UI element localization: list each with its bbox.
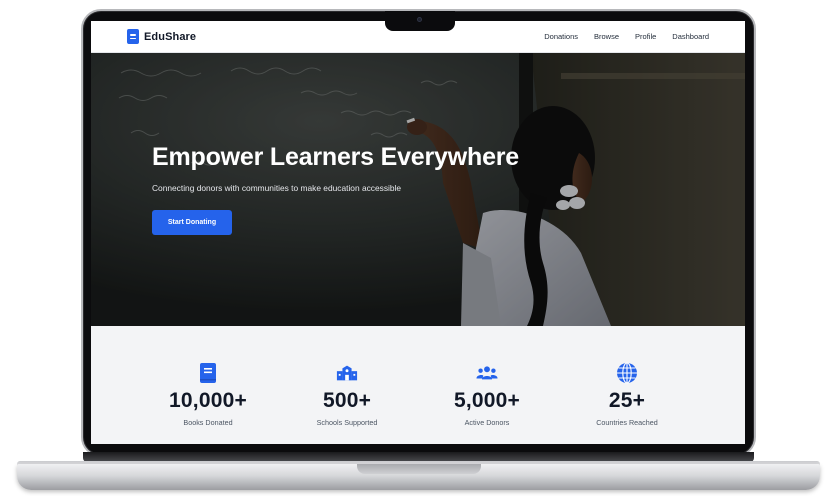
hero-title: Empower Learners Everywhere bbox=[152, 143, 519, 171]
camera-notch bbox=[385, 11, 455, 31]
stat-active-donors: 5,000+ Active Donors bbox=[422, 362, 552, 427]
school-icon bbox=[336, 362, 358, 384]
stat-label: Books Donated bbox=[183, 418, 233, 427]
nav-link-dashboard[interactable]: Dashboard bbox=[672, 32, 709, 41]
nav-link-browse[interactable]: Browse bbox=[594, 32, 619, 41]
stat-value: 500+ bbox=[322, 389, 372, 412]
hero-section: Empower Learners Everywhere Connecting d… bbox=[91, 53, 745, 326]
stat-label: Countries Reached bbox=[596, 418, 658, 427]
brand-logo[interactable]: EduShare bbox=[127, 29, 196, 44]
stat-label: Schools Supported bbox=[316, 418, 378, 427]
nav-link-profile[interactable]: Profile bbox=[635, 32, 656, 41]
laptop-screen: EduShare Donations Browse Profile Dashbo… bbox=[91, 21, 745, 444]
stat-label: Active Donors bbox=[464, 418, 510, 427]
book-icon bbox=[197, 362, 219, 384]
book-icon bbox=[127, 29, 139, 44]
stat-books-donated: 10,000+ Books Donated bbox=[143, 362, 273, 427]
stat-countries-reached: 25+ Countries Reached bbox=[562, 362, 692, 427]
stats-section: 10,000+ Books Donated 500+ Schools Suppo… bbox=[91, 326, 745, 444]
stat-value: 5,000+ bbox=[453, 389, 520, 412]
stat-value: 25+ bbox=[608, 389, 646, 412]
hero-subtitle: Connecting donors with communities to ma… bbox=[152, 183, 402, 193]
stat-schools-supported: 500+ Schools Supported bbox=[282, 362, 412, 427]
laptop-mockup: EduShare Donations Browse Profile Dashbo… bbox=[0, 0, 840, 496]
stat-value: 10,000+ bbox=[169, 389, 247, 412]
brand-name: EduShare bbox=[144, 30, 197, 43]
nav-links: Donations Browse Profile Dashboard bbox=[544, 32, 709, 41]
camera-icon bbox=[417, 17, 422, 22]
globe-icon bbox=[616, 362, 638, 384]
users-icon bbox=[476, 362, 498, 384]
start-donating-button[interactable]: Start Donating bbox=[152, 210, 232, 235]
laptop-base-notch bbox=[357, 464, 481, 474]
nav-link-donations[interactable]: Donations bbox=[544, 32, 578, 41]
